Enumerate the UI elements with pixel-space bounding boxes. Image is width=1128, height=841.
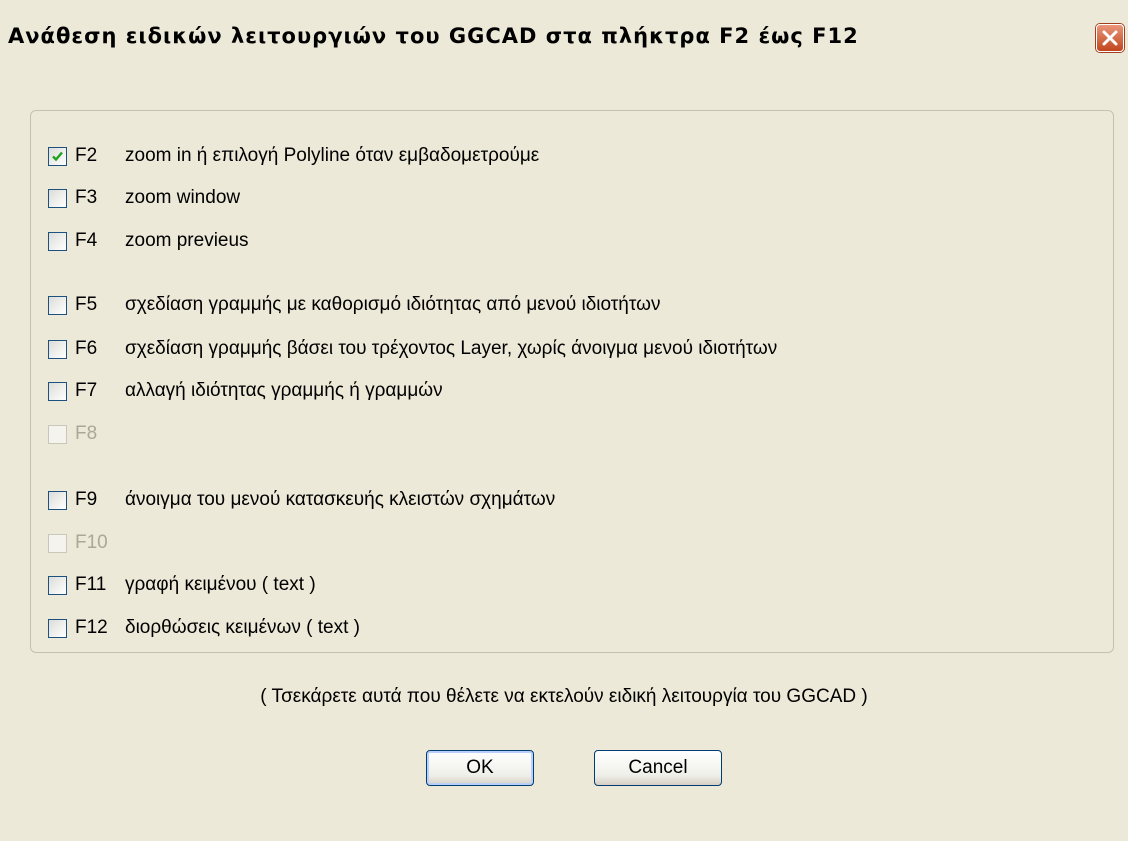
checkbox-f2[interactable] bbox=[48, 146, 67, 166]
option-key: F8 bbox=[75, 423, 98, 444]
option-label: σχεδίαση γραμμής με καθορισμό ιδιότητας … bbox=[125, 294, 661, 315]
checkbox-f7[interactable] bbox=[48, 381, 67, 401]
option-label: zoom window bbox=[125, 187, 241, 208]
option-f4[interactable]: F4 zoom previeus bbox=[48, 229, 249, 253]
option-key: F2 bbox=[75, 145, 98, 166]
checkbox-f8 bbox=[48, 424, 67, 444]
option-key: F10 bbox=[75, 532, 108, 553]
checkbox-f6[interactable] bbox=[48, 339, 67, 359]
option-f2[interactable]: F2 zoom in ή επιλογή Polyline όταν εμβαδ… bbox=[48, 144, 539, 168]
checkbox-f11[interactable] bbox=[48, 575, 67, 595]
close-button[interactable] bbox=[1096, 24, 1124, 52]
checkbox-f4[interactable] bbox=[48, 231, 67, 251]
close-icon bbox=[1102, 30, 1118, 46]
option-f11[interactable]: F11 γραφή κειμένου ( text ) bbox=[48, 573, 316, 597]
option-f9[interactable]: F9 άνοιγμα του μενού κατασκευής κλειστών… bbox=[48, 488, 555, 512]
checkbox-f9[interactable] bbox=[48, 490, 67, 510]
window-title: Ανάθεση ειδικών λειτουργιών του GGCAD στ… bbox=[8, 24, 859, 48]
checkbox-f5[interactable] bbox=[48, 295, 67, 315]
option-f5[interactable]: F5 σχεδίαση γραμμής με καθορισμό ιδιότητ… bbox=[48, 293, 660, 317]
option-f6[interactable]: F6 σχεδίαση γραμμής βάσει του τρέχοντος … bbox=[48, 337, 777, 361]
option-key: F7 bbox=[75, 380, 98, 401]
dialog-window: Ανάθεση ειδικών λειτουργιών του GGCAD στ… bbox=[0, 0, 1128, 841]
option-key: F12 bbox=[75, 617, 108, 638]
checkbox-f12[interactable] bbox=[48, 618, 67, 638]
checkbox-f3[interactable] bbox=[48, 188, 67, 208]
ok-button[interactable]: OK bbox=[426, 750, 534, 786]
option-key: F9 bbox=[75, 489, 98, 510]
checkbox-f10 bbox=[48, 533, 67, 553]
option-key: F3 bbox=[75, 187, 98, 208]
option-label: αλλαγή ιδιότητας γραμμής ή γραμμών bbox=[125, 380, 443, 401]
cancel-button[interactable]: Cancel bbox=[594, 750, 722, 786]
option-label: γραφή κειμένου ( text ) bbox=[125, 574, 316, 595]
checkmark-icon bbox=[52, 151, 63, 161]
option-f10: F10 bbox=[48, 531, 125, 555]
option-label: σχεδίαση γραμμής βάσει του τρέχοντος Lay… bbox=[125, 338, 778, 359]
option-key: F5 bbox=[75, 294, 98, 315]
option-label: άνοιγμα του μενού κατασκευής κλειστών σχ… bbox=[125, 489, 556, 510]
option-f7[interactable]: F7 αλλαγή ιδιότητας γραμμής ή γραμμών bbox=[48, 379, 443, 403]
option-label: zoom in ή επιλογή Polyline όταν εμβαδομε… bbox=[125, 145, 540, 166]
instruction-text: ( Τσεκάρετε αυτά που θέλετε να εκτελούν … bbox=[260, 686, 868, 707]
option-f12[interactable]: F12 διορθώσεις κειμένων ( text ) bbox=[48, 616, 360, 640]
option-label: zoom previeus bbox=[125, 230, 249, 251]
option-key: F11 bbox=[75, 574, 107, 595]
option-key: F6 bbox=[75, 338, 98, 359]
option-key: F4 bbox=[75, 230, 98, 251]
option-f8: F8 bbox=[48, 422, 125, 446]
option-label: διορθώσεις κειμένων ( text ) bbox=[125, 617, 360, 638]
title-bar: Ανάθεση ειδικών λειτουργιών του GGCAD στ… bbox=[0, 0, 1128, 86]
option-f3[interactable]: F3 zoom window bbox=[48, 186, 240, 210]
